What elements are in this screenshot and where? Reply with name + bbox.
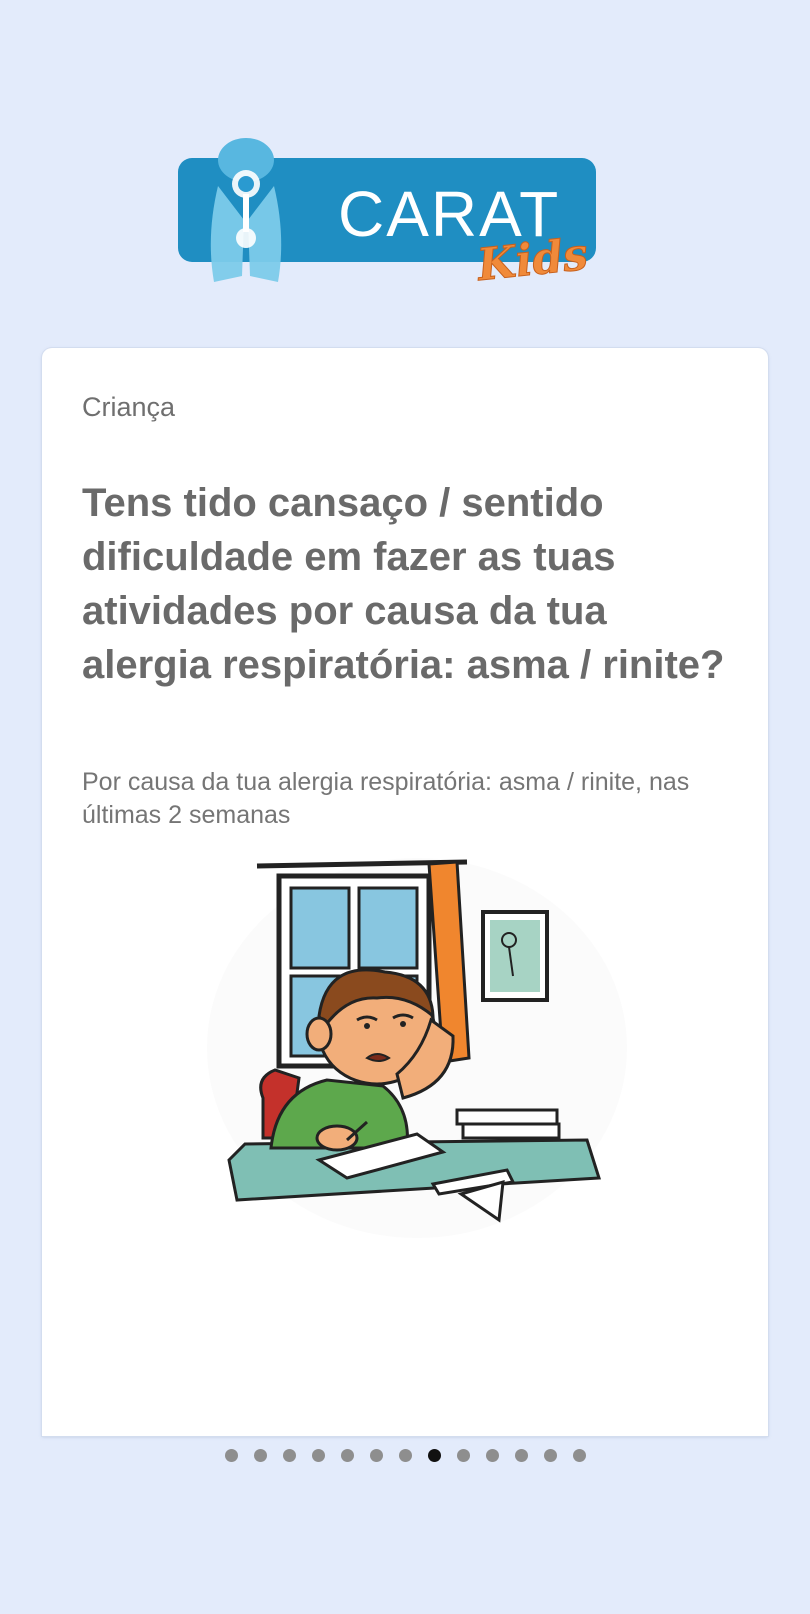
page-dot[interactable] bbox=[485, 1449, 499, 1462]
page-dot[interactable] bbox=[398, 1449, 412, 1462]
page-dot[interactable] bbox=[224, 1449, 238, 1462]
page-dot[interactable] bbox=[369, 1449, 383, 1462]
question-title: Tens tido cansaço / sentido dificuldade … bbox=[82, 481, 725, 687]
picture-frame-icon bbox=[481, 910, 549, 1002]
logo-kids-text: Kids bbox=[473, 229, 590, 291]
question-card: Criança Tens tido cansaço / sentido difi… bbox=[42, 348, 768, 1436]
question-subtitle: Por causa da tua alergia respiratória: a… bbox=[82, 768, 690, 829]
page-dot[interactable] bbox=[456, 1449, 470, 1462]
tired-child-illustration bbox=[207, 858, 627, 1238]
page-dot[interactable] bbox=[253, 1449, 267, 1462]
page-dot-active[interactable] bbox=[427, 1449, 441, 1462]
page-dot[interactable] bbox=[311, 1449, 325, 1462]
page-indicator bbox=[0, 1449, 810, 1462]
page-dot[interactable] bbox=[282, 1449, 296, 1462]
page-dot[interactable] bbox=[340, 1449, 354, 1462]
page-dot[interactable] bbox=[514, 1449, 528, 1462]
carat-kids-logo: CARAT Kids bbox=[178, 138, 596, 292]
books-icon bbox=[455, 1108, 561, 1140]
page-dot[interactable] bbox=[572, 1449, 586, 1462]
page-dot[interactable] bbox=[543, 1449, 557, 1462]
category-label: Criança bbox=[82, 392, 176, 422]
